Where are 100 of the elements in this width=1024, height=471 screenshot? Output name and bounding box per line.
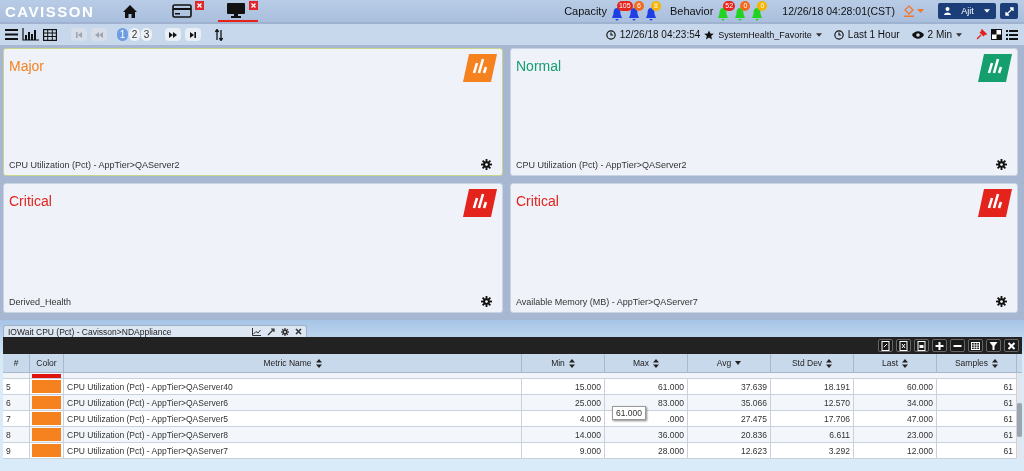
column-header[interactable]: Min: [522, 354, 605, 372]
document-button[interactable]: [914, 339, 929, 352]
bell-icon[interactable]: [717, 7, 730, 21]
bell-icon[interactable]: [610, 7, 623, 21]
menu-icon[interactable]: [5, 29, 18, 40]
sort-icon: [568, 358, 575, 368]
caret-icon: [917, 9, 924, 13]
table-cell: 14.000: [575, 429, 601, 440]
table-cell: 35.066: [741, 397, 767, 408]
home-icon: [122, 3, 139, 19]
sort-icon[interactable]: [215, 28, 223, 41]
settings-icon[interactable]: [481, 159, 492, 170]
chart-badge-icon[interactable]: [978, 189, 1012, 217]
table-cell: 60.000: [907, 381, 933, 392]
close-icon[interactable]: [295, 328, 302, 335]
column-header[interactable]: Samples: [937, 354, 1017, 372]
line-chart-icon[interactable]: [252, 327, 261, 336]
column-header[interactable]: Last: [854, 354, 937, 372]
eye-icon: [911, 30, 924, 39]
next-page-button[interactable]: [165, 28, 181, 41]
metric-label: CPU Utilization (Pct) - AppTier>QAServer2: [516, 159, 687, 170]
settings-icon[interactable]: [281, 327, 289, 336]
table-cell: CPU Utilization (Pct) - AppTier>QAServer8: [67, 429, 228, 440]
table-cell: CPU Utilization (Pct) - AppTier>QAServer6: [67, 397, 228, 408]
status-card[interactable]: Major CPU Utilization (Pct) - AppTier>QAServer2: [3, 48, 503, 176]
alert-label: Capacity: [564, 5, 607, 17]
page-button[interactable]: 3: [141, 28, 152, 41]
table-cell: 6.611: [829, 429, 850, 440]
sort-descending-icon: [735, 361, 742, 365]
table-cell: 12.570: [824, 397, 850, 408]
logo: CAVISSON: [5, 2, 95, 20]
add-button[interactable]: [932, 339, 947, 352]
table-cell: 25.000: [575, 397, 601, 408]
clock-icon: [605, 29, 616, 40]
table-cell: 61: [1003, 381, 1013, 392]
table-cell: 61: [1003, 445, 1013, 456]
page-button[interactable]: 2: [129, 28, 140, 41]
column-header: Color: [30, 354, 64, 372]
status-title: Critical: [516, 193, 559, 209]
interval-dropdown[interactable]: 2 Min: [911, 29, 962, 40]
pin-icon[interactable]: [976, 29, 987, 40]
filter-icon: [989, 340, 998, 351]
grid-button[interactable]: [968, 339, 983, 352]
contrast-icon[interactable]: [991, 29, 1002, 40]
user-menu-button[interactable]: Ajit: [938, 3, 996, 19]
favorite-dropdown[interactable]: SystemHealth_Favorite: [704, 29, 822, 40]
expand-icon: [1004, 6, 1014, 16]
time-range-button[interactable]: Last 1 Hour: [833, 29, 900, 40]
panel-title: IOWait CPU (Pct) - Cavisson>NDAppliance: [8, 326, 173, 337]
sort-icon: [826, 358, 833, 368]
grid-icon: [971, 340, 980, 351]
chart-badge-icon[interactable]: [463, 54, 497, 82]
table-cell: 47.000: [907, 413, 933, 424]
settings-icon[interactable]: [996, 159, 1007, 170]
table-cell: 20.836: [741, 429, 767, 440]
sort-icon: [902, 358, 909, 368]
table-cell: CPU Utilization (Pct) - AppTier>QAServer5: [67, 413, 228, 424]
first-icon: [74, 29, 84, 40]
chart-badge-icon[interactable]: [978, 54, 1012, 82]
bell-icon[interactable]: [627, 7, 640, 21]
column-header[interactable]: Metric Name: [64, 354, 522, 372]
settings-icon[interactable]: [996, 296, 1007, 307]
close-icon[interactable]: [249, 1, 259, 10]
table-cell: 28.000: [658, 445, 684, 456]
filter-button[interactable]: [986, 339, 1001, 352]
settings-icon[interactable]: [481, 296, 492, 307]
column-header[interactable]: Std Dev: [771, 354, 854, 372]
user-icon: [944, 7, 951, 15]
bar-chart-icon[interactable]: [22, 28, 39, 41]
table-cell: CPU Utilization (Pct) - AppTier>QAServer7: [67, 445, 228, 456]
caret-icon: [956, 32, 962, 37]
table-cell: 27.475: [741, 413, 767, 424]
list-icon[interactable]: [1006, 29, 1018, 40]
minus-button[interactable]: [950, 339, 965, 352]
chart-badge-icon[interactable]: [463, 189, 497, 217]
table-cell: 37.639: [741, 381, 767, 392]
table-cell: 34.000: [907, 397, 933, 408]
expand-icon[interactable]: [267, 327, 275, 336]
table-icon[interactable]: [43, 28, 57, 41]
status-card[interactable]: Critical Derived_Health: [3, 183, 503, 313]
close-button[interactable]: [1004, 339, 1019, 352]
table-cell: 6: [6, 397, 11, 408]
close-icon[interactable]: [195, 1, 205, 10]
column-header[interactable]: Avg: [688, 354, 771, 372]
bell-icon[interactable]: [644, 7, 657, 21]
metric-label: CPU Utilization (Pct) - AppTier>QAServer2: [9, 159, 180, 170]
table-cell: 61: [1003, 429, 1013, 440]
table-cell: 15.000: [575, 381, 601, 392]
column-header: #: [3, 354, 30, 372]
prev-icon: [94, 29, 104, 40]
column-header[interactable]: Max: [605, 354, 688, 372]
last-icon: [188, 29, 198, 40]
status-card[interactable]: Normal CPU Utilization (Pct) - AppTier>QAServer2: [510, 48, 1018, 176]
table-cell: CPU Utilization (Pct) - AppTier>QAServer40: [67, 381, 233, 392]
last-page-button[interactable]: [185, 28, 201, 41]
table-cell: 9.000: [579, 445, 601, 456]
scrollbar[interactable]: [1017, 373, 1022, 459]
fullscreen-button[interactable]: [1000, 3, 1018, 19]
table-cell: 61: [1003, 397, 1013, 408]
status-card[interactable]: Critical Available Memory (MB) - AppTier>QAServer7: [510, 183, 1018, 313]
